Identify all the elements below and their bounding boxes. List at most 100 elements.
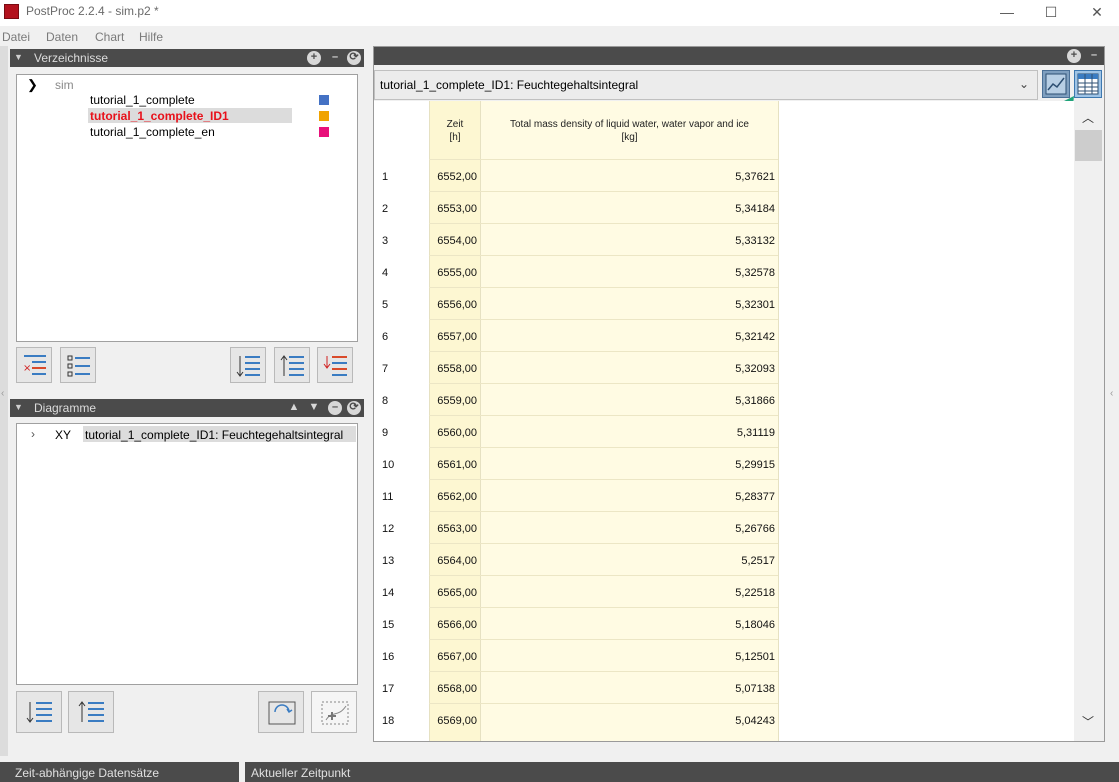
zeit-cell[interactable]: 6562,00: [429, 491, 477, 503]
mass-density-cell[interactable]: 5,37621: [481, 171, 775, 183]
menu-hilfe[interactable]: Hilfe: [139, 30, 163, 44]
mass-density-cell[interactable]: 5,04243: [481, 715, 775, 727]
reload-icon[interactable]: ⟳: [347, 51, 361, 65]
arrow-down-icon[interactable]: ▼: [307, 401, 321, 415]
select-items-button[interactable]: [60, 347, 96, 383]
reset-chart-button[interactable]: [258, 691, 304, 733]
zeit-cell[interactable]: 6566,00: [429, 619, 477, 631]
row-number[interactable]: 1: [382, 171, 388, 183]
expand-chevron-icon[interactable]: ›: [31, 427, 35, 441]
minus-icon[interactable]: –: [1087, 49, 1101, 63]
zeit-cell[interactable]: 6568,00: [429, 683, 477, 695]
row-number[interactable]: 17: [382, 683, 394, 695]
zeit-cell[interactable]: 6556,00: [429, 299, 477, 311]
move-up-button[interactable]: [274, 347, 310, 383]
row-number[interactable]: 13: [382, 555, 394, 567]
mass-density-cell[interactable]: 5,33132: [481, 235, 775, 247]
row-number[interactable]: 15: [382, 619, 394, 631]
collapse-left-icon[interactable]: ‹: [1, 388, 4, 399]
row-number[interactable]: 3: [382, 235, 388, 247]
zeit-cell[interactable]: 6553,00: [429, 203, 477, 215]
diagram-move-up-button[interactable]: [68, 691, 114, 733]
zeit-cell[interactable]: 6565,00: [429, 587, 477, 599]
maximize-button[interactable]: ☐: [1031, 0, 1071, 24]
mass-density-cell[interactable]: 5,18046: [481, 619, 775, 631]
mass-density-cell[interactable]: 5,32093: [481, 363, 775, 375]
row-number[interactable]: 12: [382, 523, 394, 535]
column-header-mass-density[interactable]: Total mass density of liquid water, wate…: [481, 118, 778, 144]
row-number[interactable]: 9: [382, 427, 388, 439]
diagram-move-down-button[interactable]: [16, 691, 62, 733]
tree-item[interactable]: tutorial_1_complete_en: [90, 125, 215, 139]
move-down-button[interactable]: [230, 347, 266, 383]
zeit-cell[interactable]: 6559,00: [429, 395, 477, 407]
mass-density-cell[interactable]: 5,07138: [481, 683, 775, 695]
collapse-triangle-icon[interactable]: ▼: [14, 402, 23, 412]
minus-icon[interactable]: –: [328, 51, 342, 65]
close-button[interactable]: ✕: [1077, 0, 1117, 24]
scroll-up-icon[interactable]: ︿: [1082, 109, 1094, 126]
menu-chart[interactable]: Chart: [95, 30, 124, 44]
vertical-scrollbar[interactable]: ︿ ﹀: [1074, 101, 1104, 741]
mass-density-cell[interactable]: 5,32578: [481, 267, 775, 279]
mass-density-cell[interactable]: 5,12501: [481, 651, 775, 663]
collapse-triangle-icon[interactable]: ▼: [14, 52, 23, 62]
reload-icon[interactable]: ⟳: [347, 401, 361, 415]
arrow-up-icon[interactable]: ▲: [287, 401, 301, 415]
row-number[interactable]: 4: [382, 267, 388, 279]
diagram-item[interactable]: tutorial_1_complete_ID1: Feuchtegehaltsi…: [85, 428, 343, 442]
color-swatch[interactable]: [319, 111, 329, 121]
zeit-cell[interactable]: 6552,00: [429, 171, 477, 183]
menu-daten[interactable]: Daten: [46, 30, 78, 44]
row-number[interactable]: 16: [382, 651, 394, 663]
row-number[interactable]: 2: [382, 203, 388, 215]
mass-density-cell[interactable]: 5,32301: [481, 299, 775, 311]
mass-density-cell[interactable]: 5,34184: [481, 203, 775, 215]
zeit-cell[interactable]: 6560,00: [429, 427, 477, 439]
zeit-cell[interactable]: 6567,00: [429, 651, 477, 663]
color-swatch[interactable]: [319, 95, 329, 105]
scroll-down-icon[interactable]: ﹀: [1082, 713, 1094, 730]
tree-item-selected[interactable]: tutorial_1_complete_ID1: [90, 109, 229, 123]
zeit-cell[interactable]: 6557,00: [429, 331, 477, 343]
expand-right-icon[interactable]: ‹: [1110, 388, 1113, 399]
mass-density-cell[interactable]: 5,2517: [481, 555, 775, 567]
add-icon[interactable]: +: [307, 51, 321, 65]
row-number[interactable]: 5: [382, 299, 388, 311]
row-number[interactable]: 7: [382, 363, 388, 375]
remove-icon[interactable]: –: [328, 401, 342, 415]
minimize-button[interactable]: —: [987, 0, 1027, 24]
mass-density-cell[interactable]: 5,32142: [481, 331, 775, 343]
row-number[interactable]: 6: [382, 331, 388, 343]
mass-density-cell[interactable]: 5,28377: [481, 491, 775, 503]
row-number[interactable]: 10: [382, 459, 394, 471]
menu-datei[interactable]: Datei: [2, 30, 30, 44]
zeit-cell[interactable]: 6569,00: [429, 715, 477, 727]
row-number[interactable]: 14: [382, 587, 394, 599]
row-number[interactable]: 8: [382, 395, 388, 407]
row-number[interactable]: 18: [382, 715, 394, 727]
chart-selector[interactable]: tutorial_1_complete_ID1: Feuchtegehaltsi…: [374, 70, 1038, 100]
mass-density-cell[interactable]: 5,22518: [481, 587, 775, 599]
tree-root-sim[interactable]: sim: [55, 78, 74, 92]
add-chart-button[interactable]: [311, 691, 357, 733]
remove-directory-button[interactable]: ×: [16, 347, 52, 383]
row-number[interactable]: 11: [382, 491, 393, 503]
add-icon[interactable]: +: [1067, 49, 1081, 63]
mass-density-cell[interactable]: 5,31119: [481, 427, 775, 439]
zeit-cell[interactable]: 6555,00: [429, 267, 477, 279]
column-header-zeit[interactable]: Zeit [h]: [429, 118, 481, 144]
mass-density-cell[interactable]: 5,26766: [481, 523, 775, 535]
reorder-button[interactable]: [317, 347, 353, 383]
zeit-cell[interactable]: 6554,00: [429, 235, 477, 247]
zeit-cell[interactable]: 6561,00: [429, 459, 477, 471]
tree-item[interactable]: tutorial_1_complete: [90, 93, 195, 107]
mass-density-cell[interactable]: 5,29915: [481, 459, 775, 471]
mass-density-cell[interactable]: 5,31866: [481, 395, 775, 407]
color-swatch[interactable]: [319, 127, 329, 137]
zeit-cell[interactable]: 6564,00: [429, 555, 477, 567]
scroll-thumb[interactable]: [1075, 130, 1102, 161]
zeit-cell[interactable]: 6558,00: [429, 363, 477, 375]
zeit-cell[interactable]: 6563,00: [429, 523, 477, 535]
expand-chevron-icon[interactable]: ❯: [27, 77, 38, 93]
